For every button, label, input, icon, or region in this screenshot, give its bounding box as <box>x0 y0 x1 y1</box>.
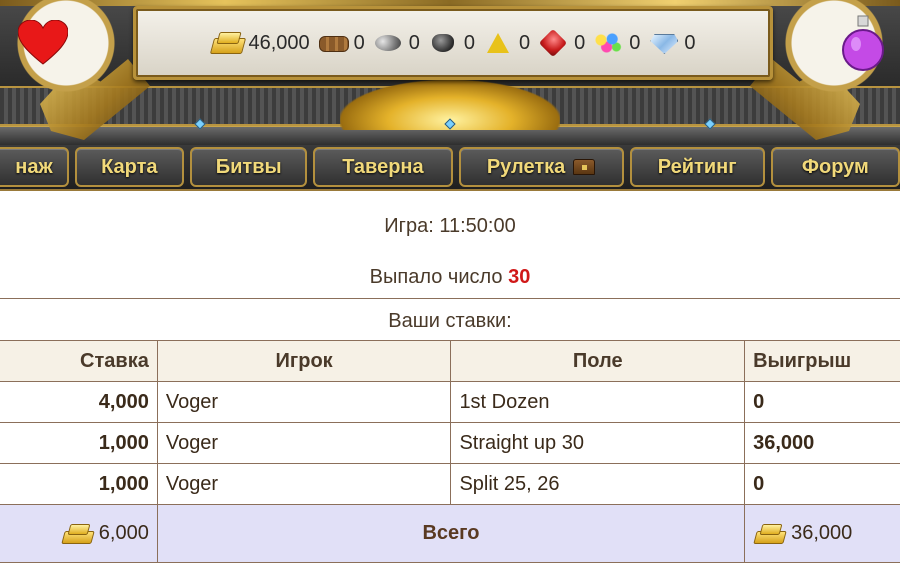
resource-ore: 0 <box>371 30 420 56</box>
main-nav: нaж Карта Битвы Таверна Рулетка Рейтинг … <box>0 145 900 191</box>
table-row: 1,000 Voger Straight up 30 36,000 <box>0 422 900 464</box>
tab-map[interactable]: Карта <box>74 147 185 187</box>
total-win: 36,000 <box>744 504 900 563</box>
gold-icon <box>61 523 95 545</box>
tab-battles[interactable]: Битвы <box>190 147 308 187</box>
resource-mercury: 0 <box>426 30 475 56</box>
tab-battles-label: Битвы <box>215 155 282 178</box>
mercury-icon <box>426 30 460 56</box>
chest-icon <box>573 159 596 175</box>
header-field: Поле <box>450 340 746 382</box>
win-amount: 0 <box>744 463 900 505</box>
drawn-number-prefix: Выпало число <box>369 266 503 288</box>
gold-icon <box>753 523 787 545</box>
resource-list: 46,000 0 0 0 0 0 0 0 <box>210 30 695 56</box>
tab-tavern[interactable]: Таверна <box>313 147 453 187</box>
tab-rating-label: Рейтинг <box>657 155 737 178</box>
gold-icon <box>210 30 244 56</box>
heart-icon[interactable] <box>18 20 68 66</box>
divider <box>0 298 900 299</box>
ore-icon <box>371 30 405 56</box>
resource-wood: 0 <box>316 30 365 56</box>
header-bet: Ставка <box>0 340 158 382</box>
resource-sulfur-value: 0 <box>519 31 531 54</box>
resource-gems-value: 0 <box>629 31 641 54</box>
resource-diamond-value: 0 <box>684 31 696 54</box>
bets-table: Ставка Игрок Поле Выигрыш 4,000 Voger 1s… <box>0 340 900 563</box>
resource-panel: 46,000 0 0 0 0 0 0 0 <box>133 6 773 80</box>
resource-ore-value: 0 <box>408 31 420 54</box>
table-row: 4,000 Voger 1st Dozen 0 <box>0 381 900 423</box>
tab-map-label: Карта <box>101 155 158 178</box>
crystal-icon <box>536 30 570 56</box>
bet-amount: 1,000 <box>0 463 158 505</box>
drawn-number-value: 30 <box>508 266 531 288</box>
tab-character-label: нaж <box>15 155 53 178</box>
bet-amount: 1,000 <box>0 422 158 464</box>
sulfur-icon <box>481 30 515 56</box>
game-header: 46,000 0 0 0 0 0 0 0 <box>0 0 900 145</box>
resource-gold: 46,000 <box>210 30 309 56</box>
total-label: Всего <box>156 504 746 563</box>
bet-amount: 4,000 <box>0 381 158 423</box>
resource-gold-value: 46,000 <box>248 31 310 54</box>
resource-diamond: 0 <box>646 30 695 56</box>
tab-tavern-label: Таверна <box>342 155 424 178</box>
total-row: 6,000 Всего 36,000 <box>0 504 900 563</box>
bet-field: Straight up 30 <box>450 422 746 464</box>
total-bet-value: 6,000 <box>98 522 149 544</box>
table-header-row: Ставка Игрок Поле Выигрыш <box>0 340 900 382</box>
player-name: Voger <box>156 463 452 505</box>
resource-gems: 0 <box>591 30 640 56</box>
table-row: 1,000 Voger Split 25, 26 0 <box>0 463 900 505</box>
win-amount: 0 <box>744 381 900 423</box>
win-amount: 36,000 <box>744 422 900 464</box>
header-win: Выигрыш <box>744 340 900 382</box>
tab-forum[interactable]: Форум <box>770 147 900 187</box>
resource-sulfur: 0 <box>481 30 530 56</box>
player-name: Voger <box>156 422 452 464</box>
total-bet: 6,000 <box>0 504 158 563</box>
tab-roulette[interactable]: Рулетка <box>458 147 624 187</box>
header-player: Игрок <box>156 340 452 382</box>
tab-forum-label: Форум <box>801 155 869 178</box>
resource-mercury-value: 0 <box>463 31 476 54</box>
bet-field: 1st Dozen <box>450 381 746 423</box>
diamond-icon <box>646 30 680 56</box>
potion-icon[interactable] <box>840 14 886 72</box>
tab-character[interactable]: нaж <box>0 147 69 187</box>
bets-title: Ваши ставки: <box>388 310 512 332</box>
tab-roulette-label: Рулетка <box>486 155 566 178</box>
resource-crystal-value: 0 <box>574 31 586 54</box>
wood-icon <box>316 30 350 56</box>
drawn-number-line: Выпало число 30 <box>0 266 900 289</box>
resource-crystal: 0 <box>536 30 585 56</box>
game-time: Игра: 11:50:00 <box>384 215 516 237</box>
tab-rating[interactable]: Рейтинг <box>629 147 765 187</box>
gems-icon <box>591 30 625 56</box>
bet-field: Split 25, 26 <box>450 463 746 505</box>
resource-wood-value: 0 <box>353 31 365 54</box>
total-win-value: 36,000 <box>791 522 853 544</box>
player-name: Voger <box>156 381 452 423</box>
